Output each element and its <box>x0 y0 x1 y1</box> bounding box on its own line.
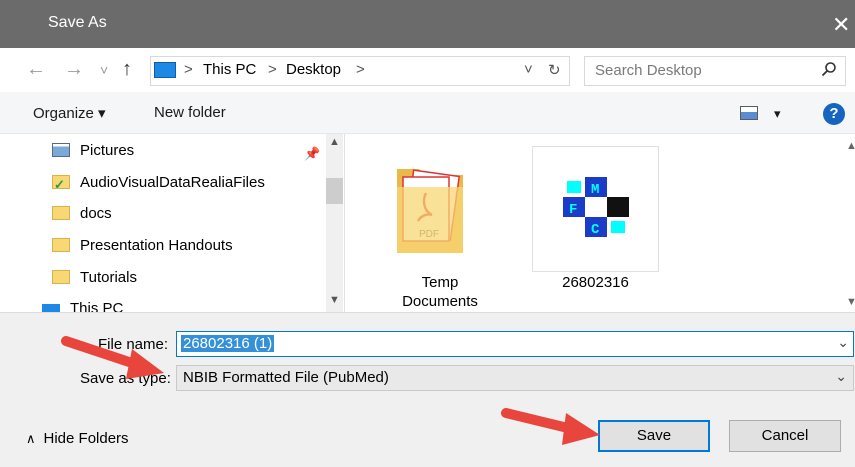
breadcrumb-separator: > <box>184 61 193 78</box>
hide-folders-label: Hide Folders <box>43 430 129 447</box>
view-dropdown-icon[interactable]: ▾ <box>774 106 781 122</box>
pin-icon[interactable]: 📌 <box>304 146 320 162</box>
address-dropdown-icon[interactable]: ˅ <box>524 61 533 78</box>
filename-field[interactable]: 26802316 (1) ⌄ <box>176 331 854 357</box>
search-placeholder: Search Desktop <box>595 62 702 79</box>
scroll-down-icon[interactable]: ▼ <box>329 294 340 306</box>
file-label[interactable]: 26802316 <box>532 274 659 291</box>
file-label[interactable]: Temp Documents <box>385 273 495 311</box>
new-folder-button[interactable]: New folder <box>154 104 226 121</box>
scroll-thumb[interactable] <box>326 178 343 204</box>
savetype-select[interactable]: NBIB Formatted File (PubMed) ⌄ <box>176 365 854 391</box>
organize-button[interactable]: Organize ▾ <box>33 104 106 122</box>
folder-icon <box>52 238 70 252</box>
sidebar-item-pictures[interactable]: Pictures <box>52 139 322 163</box>
help-icon[interactable]: ? <box>823 103 845 125</box>
sidebar-item-label: AudioVisualDataRealiaFiles <box>80 174 265 191</box>
mfc-file-tile[interactable]: M F C <box>532 146 659 272</box>
file-scroll-down-icon[interactable]: ▼ <box>846 296 855 308</box>
refresh-icon[interactable]: ↻ <box>548 61 561 79</box>
recent-locations-icon[interactable]: ˅ <box>100 62 108 78</box>
filename-dropdown-icon[interactable]: ⌄ <box>837 334 849 351</box>
sidebar-item-this-pc[interactable]: This PC <box>40 302 340 312</box>
breadcrumb-separator: > <box>268 61 277 78</box>
filename-value[interactable]: 26802316 (1) <box>181 335 275 352</box>
annotation-arrow-icon <box>501 408 600 445</box>
this-pc-icon <box>154 62 176 78</box>
save-button[interactable]: Save <box>598 420 710 452</box>
svg-text:C: C <box>591 222 600 237</box>
hide-folders-button[interactable]: ∧ Hide Folders <box>26 430 129 447</box>
sidebar-item-label: docs <box>80 205 112 222</box>
up-icon[interactable]: ↑ <box>122 58 132 81</box>
breadcrumb-separator: > <box>356 61 365 78</box>
window-title: Save As <box>48 14 107 31</box>
file-scroll-up-icon[interactable]: ▲ <box>846 140 855 152</box>
sidebar-scrollbar[interactable]: ▲ ▼ <box>326 134 343 312</box>
sidebar-item-label: Pictures <box>80 142 135 159</box>
svg-text:M: M <box>591 182 599 198</box>
search-icon[interactable] <box>821 61 837 82</box>
svg-text:F: F <box>569 202 577 218</box>
pictures-icon <box>52 143 70 157</box>
annotation-arrow-icon <box>61 336 164 379</box>
breadcrumb-desktop[interactable]: Desktop <box>286 61 341 78</box>
folder-icon <box>52 206 70 220</box>
folder-icon <box>52 270 70 284</box>
this-pc-icon <box>42 304 60 312</box>
chevron-up-icon: ∧ <box>26 431 36 446</box>
close-icon[interactable]: ✕ <box>832 12 850 38</box>
scroll-up-icon[interactable]: ▲ <box>329 136 340 148</box>
sidebar-item-audiovisualdatarealiafiles[interactable]: ✓ AudioVisualDataRealiaFiles <box>52 171 322 195</box>
sidebar-item-label: Presentation Handouts <box>80 237 233 254</box>
sidebar-item-tutorials[interactable]: Tutorials <box>52 266 322 290</box>
cancel-button[interactable]: Cancel <box>729 420 841 452</box>
search-box[interactable]: Search Desktop <box>584 56 846 86</box>
sidebar-item-presentation-handouts[interactable]: Presentation Handouts <box>52 234 322 258</box>
breadcrumb-this-pc[interactable]: This PC <box>203 61 256 78</box>
view-options-icon[interactable] <box>740 106 758 120</box>
mfc-file-icon: M F C <box>563 177 629 237</box>
savetype-dropdown-icon[interactable]: ⌄ <box>835 368 847 385</box>
pdf-folder-icon[interactable]: PDF <box>395 157 465 262</box>
forward-icon[interactable]: → <box>64 58 84 81</box>
sync-check-icon: ✓ <box>54 177 65 192</box>
sidebar-item-label: This PC <box>70 302 124 312</box>
sidebar-item-docs[interactable]: docs <box>52 202 322 226</box>
sidebar-item-label: Tutorials <box>80 269 137 286</box>
savetype-value: NBIB Formatted File (PubMed) <box>183 369 389 386</box>
command-toolbar <box>0 92 855 134</box>
back-icon[interactable]: ← <box>26 58 46 81</box>
